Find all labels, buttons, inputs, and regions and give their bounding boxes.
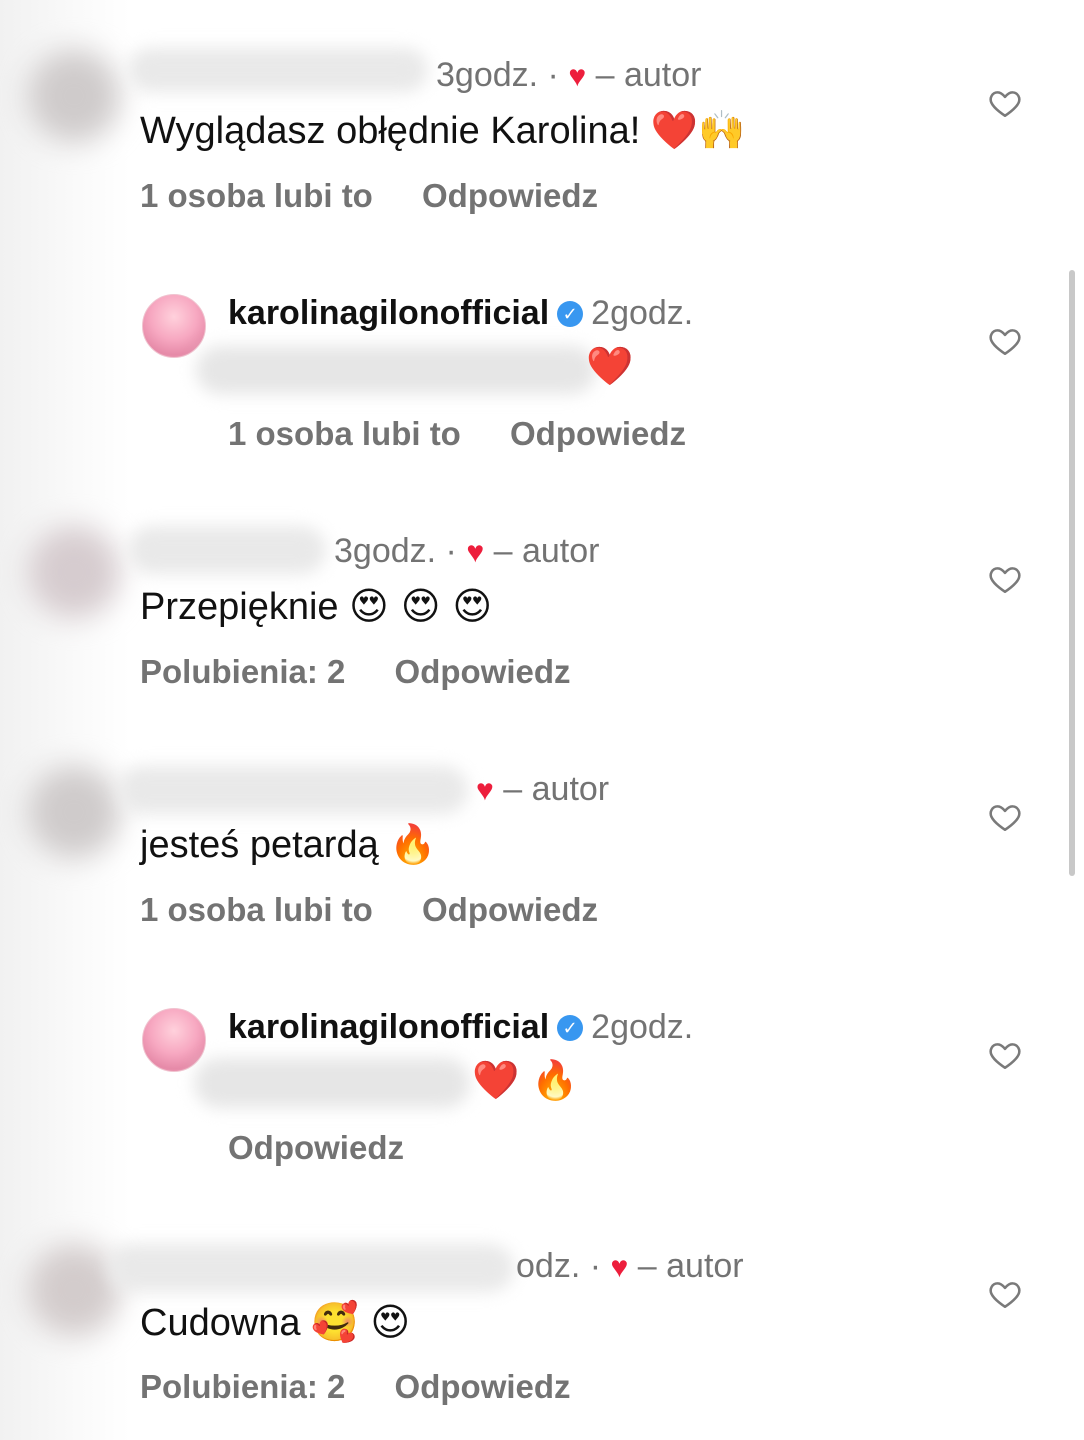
verified-badge-icon: ✓ [557, 1015, 584, 1041]
heart-outline-icon[interactable] [988, 86, 1022, 120]
comment-meta: ♥ – autor [476, 770, 609, 809]
heart-outline-icon[interactable] [988, 800, 1022, 834]
reply-button[interactable]: Odpowiedz [422, 891, 598, 928]
reply-button[interactable]: Odpowiedz [228, 1129, 404, 1166]
comment-text: ❤️ [586, 344, 633, 389]
username[interactable]: karolinagilonofficial [228, 1008, 549, 1046]
comment-time: 2godz. [591, 1008, 694, 1046]
likes-count[interactable]: 1 osoba lubi to [140, 177, 373, 214]
redacted-username [128, 526, 326, 574]
comment-actions: Polubienia: 2 Odpowiedz [140, 1368, 611, 1406]
comment-actions: 1 osoba lubi to Odpowiedz [228, 415, 726, 453]
heart-outline-icon[interactable] [988, 324, 1022, 358]
heart-filled-icon: ♥ [466, 536, 485, 569]
username[interactable]: karolinagilonofficial [228, 294, 549, 332]
comment-body: Przepięknie [140, 586, 339, 628]
heart-filled-icon: ♥ [568, 60, 587, 93]
comment-text: Przepięknie 😍 😍 😍 [140, 584, 492, 629]
comment-actions: 1 osoba lubi to Odpowiedz [140, 891, 638, 929]
heart-outline-icon[interactable] [988, 1277, 1022, 1311]
avatar[interactable] [28, 526, 120, 618]
comment-meta: odz. · ♥ – autor [516, 1247, 744, 1286]
comment-text: Wyglądasz obłędnie Karolina! ❤️🙌 [140, 108, 746, 153]
heart-outline-icon[interactable] [988, 562, 1022, 596]
reply-button[interactable]: Odpowiedz [422, 177, 598, 214]
comment-emojis: ❤️🙌 [650, 108, 746, 152]
comment-text: Cudowna 🥰 😍 [140, 1300, 410, 1345]
comment-time: odz. [516, 1247, 581, 1285]
redacted-mention [196, 346, 596, 394]
comment-time: 3godz. [334, 532, 437, 570]
author-label: – autor [595, 56, 702, 94]
verified-badge-icon: ✓ [557, 301, 584, 327]
reply-button[interactable]: Odpowiedz [395, 653, 571, 690]
comment-actions: Polubienia: 2 Odpowiedz [140, 653, 611, 691]
redacted-mention [194, 1058, 470, 1108]
comment-time: 3godz. [436, 56, 539, 94]
meta-separator: · [589, 1247, 602, 1285]
reply-button[interactable]: Odpowiedz [510, 415, 686, 452]
comment-text: jesteś petardą 🔥 [140, 822, 437, 867]
reply-button[interactable]: Odpowiedz [395, 1368, 571, 1405]
left-edge-shade [0, 0, 130, 1440]
heart-filled-icon: ♥ [476, 774, 494, 807]
comment-text: ❤️ 🔥 [472, 1058, 579, 1103]
scrollbar[interactable] [1069, 270, 1075, 876]
meta-separator: · [547, 56, 559, 94]
author-label: – autor [637, 1247, 744, 1285]
comment-emojis: 😍 😍 😍 [349, 584, 493, 628]
likes-count[interactable]: 1 osoba lubi to [228, 415, 461, 452]
comment-meta: 3godz. · ♥ – autor [334, 532, 599, 571]
likes-count[interactable]: Polubienia: 2 [140, 653, 345, 690]
comment-actions: Odpowiedz [228, 1129, 444, 1167]
comment-body: Cudowna [140, 1302, 301, 1344]
comment-body: Wyglądasz obłędnie Karolina! [140, 110, 641, 152]
comment-actions: 1 osoba lubi to Odpowiedz [140, 177, 638, 215]
redacted-username [128, 48, 428, 92]
redacted-username-and-time [118, 766, 468, 814]
avatar[interactable] [28, 50, 120, 142]
avatar[interactable] [142, 294, 206, 358]
heart-outline-icon[interactable] [988, 1038, 1022, 1072]
meta-separator: · [445, 532, 457, 570]
redacted-username [108, 1244, 514, 1292]
comment-meta: karolinagilonofficial ✓ 2godz. [228, 294, 693, 333]
comment-time: 2godz. [591, 294, 694, 332]
comment-body: jesteś petardą [140, 824, 379, 866]
comment-meta: karolinagilonofficial ✓ 2godz. [228, 1008, 693, 1047]
comment-emojis: 🥰 😍 [311, 1300, 411, 1344]
likes-count[interactable]: Polubienia: 2 [140, 1368, 345, 1405]
avatar[interactable] [28, 766, 120, 858]
heart-filled-icon: ♥ [610, 1251, 629, 1284]
comment-meta: 3godz. · ♥ – autor [436, 56, 701, 95]
author-label: – autor [493, 532, 600, 570]
comment-emojis: ❤️ 🔥 [472, 1058, 579, 1102]
comment-emojis: ❤️ [586, 344, 634, 388]
avatar[interactable] [28, 1244, 120, 1336]
comment-emojis: 🔥 [389, 822, 437, 866]
avatar[interactable] [142, 1008, 206, 1072]
author-label: – autor [503, 770, 610, 808]
likes-count[interactable]: 1 osoba lubi to [140, 891, 373, 928]
